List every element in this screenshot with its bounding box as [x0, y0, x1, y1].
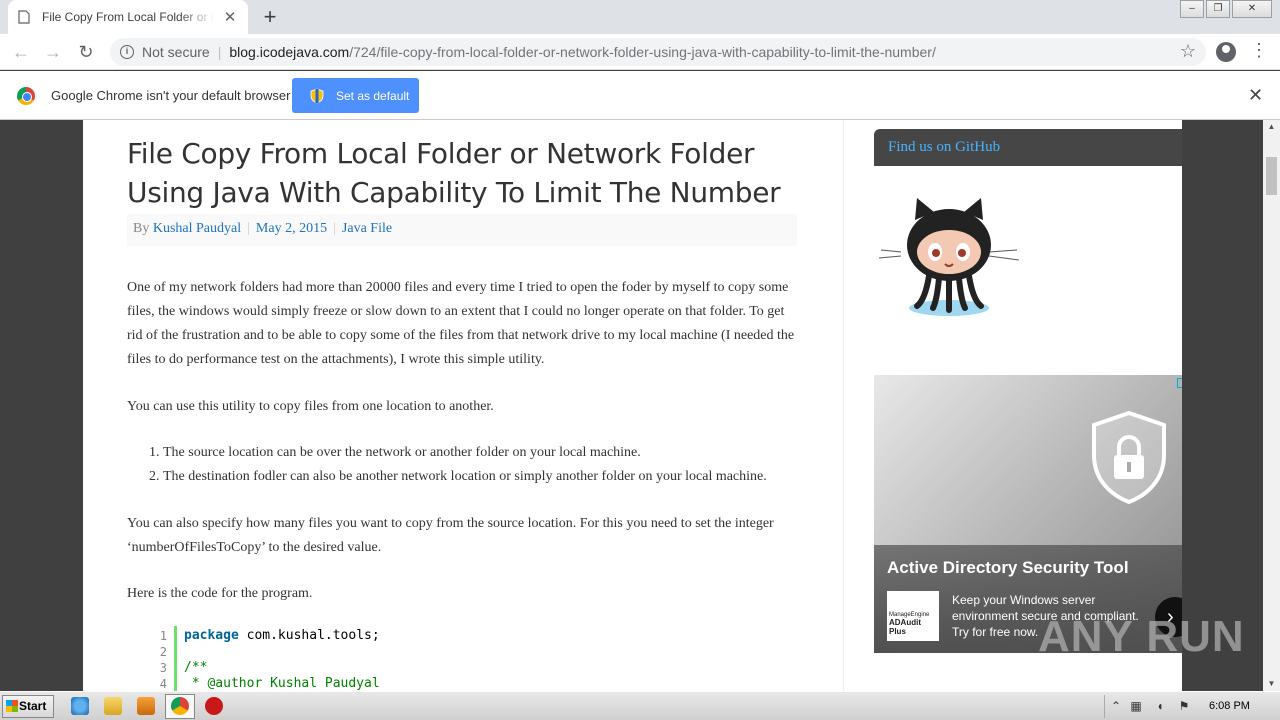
- line-number: 1: [159, 629, 167, 643]
- list-number: 2.: [149, 469, 160, 484]
- list-text: The source location can be over the netw…: [163, 445, 641, 460]
- infobar-close-icon[interactable]: ✕: [1248, 85, 1263, 106]
- octocat-icon[interactable]: [879, 190, 1019, 320]
- anyrun-watermark: ANY RUN: [1038, 612, 1245, 661]
- url-path: /724/file-copy-from-local-folder-or-netw…: [349, 44, 936, 60]
- menu-dots-icon[interactable]: ⋮: [1250, 40, 1268, 61]
- code-keyword: package: [184, 628, 239, 643]
- code-line: package com.kushal.tools;: [184, 628, 380, 644]
- list-number: 1.: [149, 445, 160, 460]
- github-widget-title: Find us on GitHub: [874, 129, 1182, 166]
- uac-shield-icon: [310, 88, 324, 103]
- close-tab-icon[interactable]: ✕: [222, 8, 238, 26]
- post-title: File Copy From Local Folder or Network F…: [127, 137, 781, 209]
- by-label: By: [133, 221, 150, 236]
- scrollbar-thumb[interactable]: [1266, 157, 1277, 195]
- code-text: com.kushal.tools;: [238, 628, 380, 643]
- set-as-default-label: Set as default: [336, 88, 410, 103]
- internet-explorer-icon[interactable]: [71, 697, 89, 715]
- ordered-list: 1. The source location can be over the ne…: [127, 441, 797, 489]
- browser-tab[interactable]: File Copy From Local Folder or Network F…: [8, 0, 248, 34]
- line-number: 3: [159, 661, 167, 675]
- line-numbers: 1 2 3 4: [143, 628, 167, 691]
- adchoices-icon[interactable]: [1177, 378, 1182, 388]
- reload-icon[interactable]: ↻: [75, 41, 97, 63]
- window-close-button[interactable]: ✕: [1232, 0, 1272, 18]
- article: File Copy From Local Folder or Network F…: [127, 120, 797, 691]
- list-item: 2. The destination fodler can also be ano…: [149, 465, 797, 489]
- list-text: The destination fodler can also be anoth…: [163, 469, 767, 484]
- browser-toolbar: ← → ↻ i Not secure | blog.icodejava.com …: [0, 34, 1280, 70]
- scroll-up-arrow-icon[interactable]: ▲: [1263, 120, 1280, 134]
- sidebar: Find us on GitHub Active Directory Secur…: [843, 120, 1182, 691]
- set-as-default-button[interactable]: Set as default: [292, 78, 419, 113]
- code-line: /**: [184, 660, 208, 675]
- author-link[interactable]: Kushal Paudyal: [153, 221, 241, 236]
- infobar-message: Google Chrome isn't your default browser: [51, 88, 291, 103]
- media-player-icon[interactable]: [137, 697, 155, 715]
- line-number: 2: [159, 645, 167, 659]
- windows-logo-icon: [6, 700, 18, 712]
- start-button[interactable]: Start: [2, 695, 54, 718]
- chrome-logo-icon: [17, 87, 35, 105]
- start-label: Start: [19, 699, 47, 713]
- bookmark-star-icon[interactable]: ☆: [1180, 41, 1196, 62]
- code-lines: package com.kushal.tools; /** * @author …: [184, 628, 380, 691]
- post-meta: By Kushal Paudyal | May 2, 2015 | Java File: [127, 214, 797, 246]
- ad-logo: ManageEngine ADAudit Plus: [887, 591, 939, 641]
- action-center-flag-icon[interactable]: ⚑: [1177, 699, 1191, 713]
- paragraph: One of my network folders had more than …: [127, 280, 795, 367]
- lock-shield-icon: [1092, 410, 1166, 505]
- web-page: File Copy From Local Folder or Network F…: [83, 120, 1182, 691]
- new-tab-button[interactable]: +: [258, 5, 282, 29]
- back-arrow-icon[interactable]: ←: [10, 41, 32, 63]
- windows-taskbar: Start ⌃ ▦ ◖ ⚑ 6:08 PM: [0, 691, 1280, 720]
- profile-icon[interactable]: [1216, 42, 1236, 62]
- restore-button[interactable]: ❐: [1206, 0, 1230, 18]
- paragraph: You can also specify how many files you …: [127, 516, 774, 555]
- url-host: blog.icodejava.com: [229, 44, 350, 60]
- volume-icon[interactable]: ◖: [1153, 699, 1167, 713]
- scroll-down-arrow-icon[interactable]: ▼: [1263, 677, 1280, 691]
- gutter-bar: [174, 626, 177, 691]
- show-hidden-icons-icon[interactable]: ⌃: [1109, 699, 1123, 713]
- line-number: 4: [159, 677, 167, 691]
- date-link[interactable]: May 2, 2015: [256, 221, 327, 236]
- ad-logo-product: ADAudit Plus: [889, 618, 921, 636]
- forward-arrow-icon[interactable]: →: [42, 41, 64, 63]
- code-block: 1 2 3 4 package com.kushal.tools; /** * …: [143, 622, 783, 691]
- system-tray: ⌃ ▦ ◖ ⚑ 6:08 PM: [1104, 695, 1280, 718]
- security-app-icon[interactable]: [205, 697, 223, 715]
- meta-divider: |: [247, 221, 250, 236]
- list-item: 1. The source location can be over the ne…: [149, 441, 797, 465]
- info-icon[interactable]: i: [120, 45, 134, 59]
- code-line: * @author Kushal Paudyal: [184, 676, 380, 691]
- meta-divider: |: [333, 221, 336, 236]
- network-icon[interactable]: ▦: [1129, 699, 1143, 713]
- tab-strip: File Copy From Local Folder or Network F…: [0, 0, 1280, 34]
- window-controls: – ❐ ✕: [1178, 0, 1272, 18]
- paragraph: You can use this utility to copy files f…: [127, 399, 494, 414]
- system-clock[interactable]: 6:08 PM: [1209, 700, 1250, 712]
- document-icon: [18, 10, 30, 24]
- url-separator: |: [217, 44, 222, 60]
- paragraph: Here is the code for the program.: [127, 586, 313, 601]
- ad-title[interactable]: Active Directory Security Tool: [887, 558, 1129, 578]
- not-secure-label: Not secure: [142, 44, 210, 60]
- default-browser-infobar: Google Chrome isn't your default browser…: [0, 71, 1280, 120]
- page-scrollbar[interactable]: ▲ ▼: [1263, 120, 1280, 691]
- minimize-button[interactable]: –: [1180, 0, 1204, 18]
- category-link[interactable]: Java File: [342, 221, 392, 236]
- file-explorer-icon[interactable]: [104, 697, 122, 715]
- address-bar[interactable]: i Not secure | blog.icodejava.com /724/f…: [110, 38, 1206, 66]
- tab-title: File Copy From Local Folder or Network F…: [42, 10, 214, 24]
- chrome-icon: [171, 697, 189, 715]
